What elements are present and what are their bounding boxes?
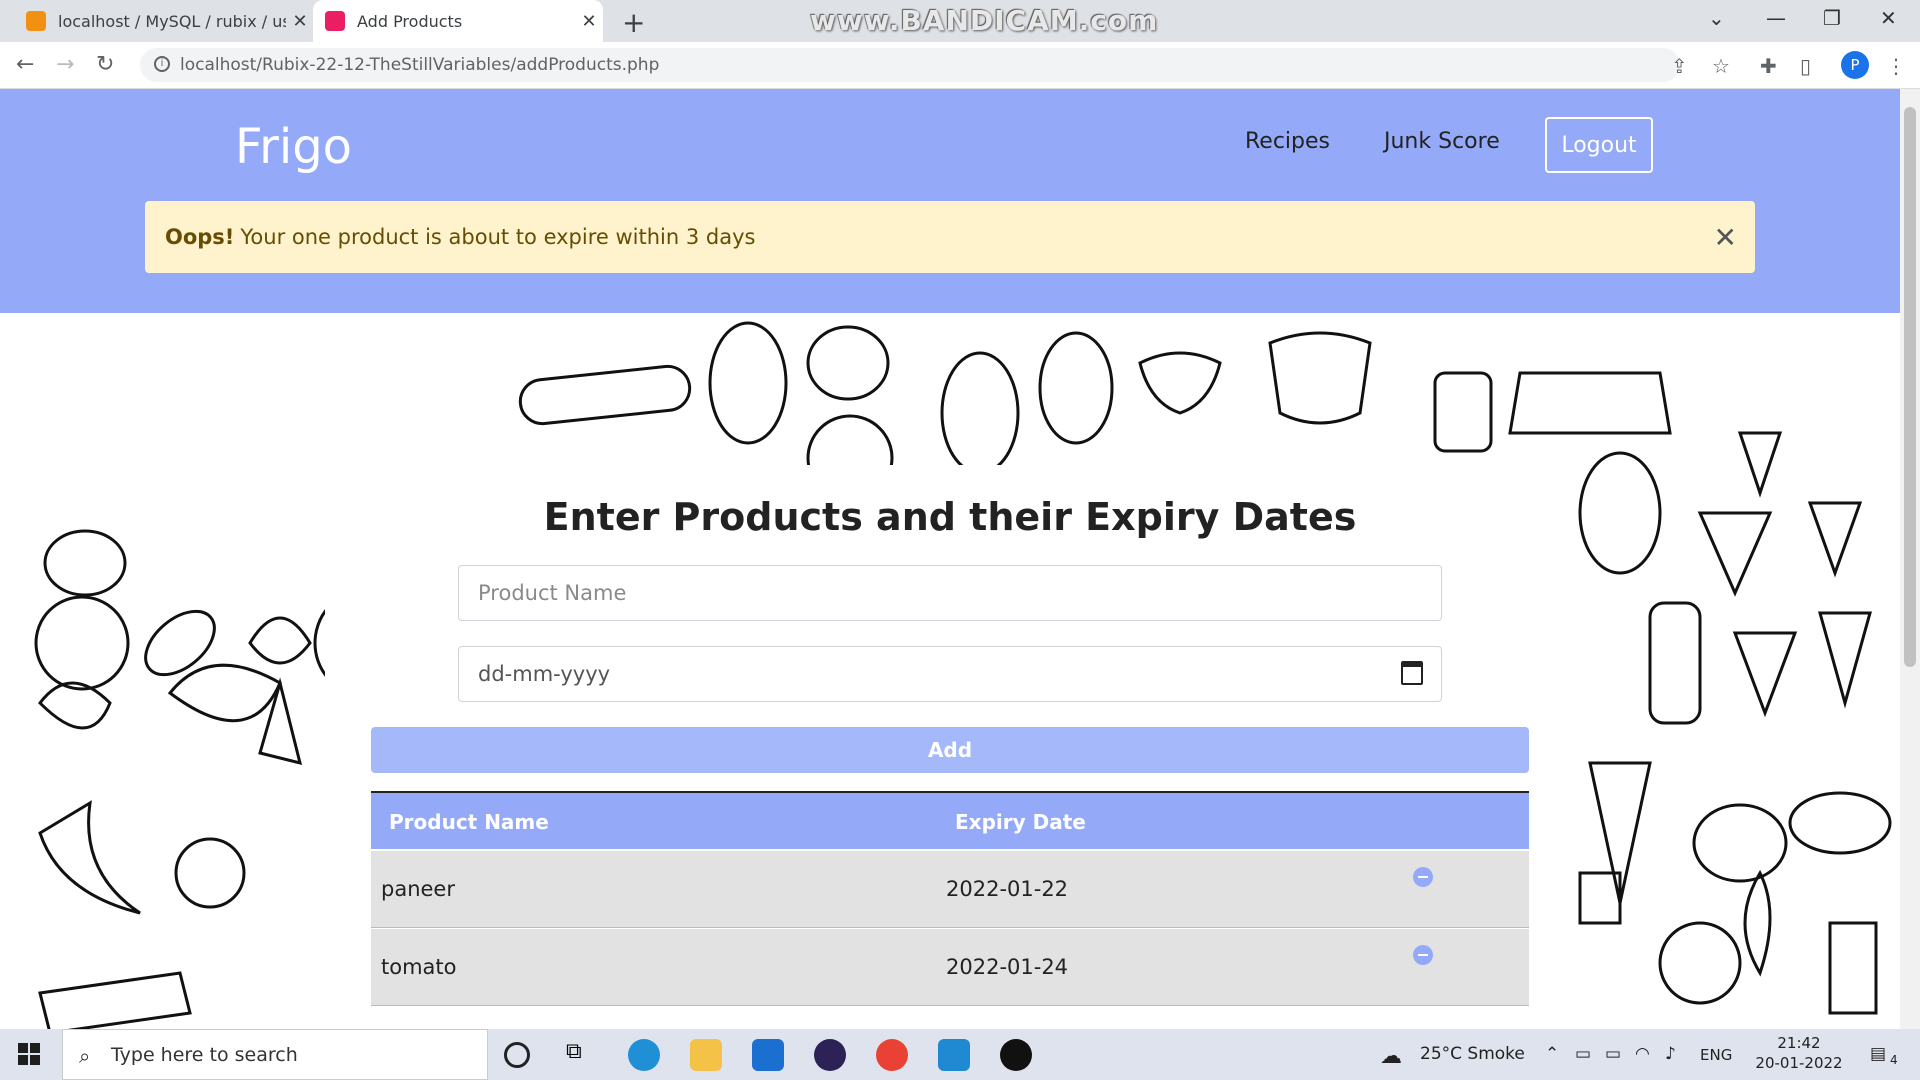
new-tab-icon[interactable]: +	[622, 6, 645, 39]
expiry-date-cell: 2022-01-22	[946, 877, 1069, 901]
search-icon: ⌕	[79, 1044, 91, 1068]
remove-icon[interactable]	[1413, 867, 1433, 887]
weather-icon: ☁	[1380, 1044, 1402, 1069]
window-close-icon[interactable]: ✕	[1880, 6, 1897, 30]
chrome-icon[interactable]	[876, 1039, 908, 1071]
tab-label: localhost / MySQL / rubix / users	[58, 11, 286, 31]
windows-taskbar: ⌕ Type here to search ⧉ ☁ 25°C Smoke ⌃ ▭…	[0, 1029, 1920, 1080]
eclipse-icon[interactable]	[814, 1039, 846, 1071]
tab-label: Add Products	[357, 11, 463, 31]
edge-icon[interactable]	[628, 1039, 660, 1071]
task-view-icon[interactable]: ⧉	[566, 1039, 598, 1071]
share-icon[interactable]: ⇪	[1671, 54, 1688, 78]
page-title: Enter Products and their Expiry Dates	[543, 495, 1357, 539]
phpmyadmin-favicon-icon	[26, 11, 46, 31]
search-placeholder: Type here to search	[111, 1043, 298, 1066]
tab-close-icon[interactable]: ✕	[575, 11, 603, 32]
cortana-icon[interactable]	[504, 1042, 530, 1068]
mail-icon[interactable]	[752, 1039, 784, 1071]
weather-text[interactable]: 25°C Smoke	[1420, 1044, 1525, 1064]
product-name-placeholder: Product Name	[478, 581, 627, 605]
nav-recipes[interactable]: Recipes	[1245, 129, 1330, 154]
forward-icon[interactable]: →	[56, 52, 74, 77]
page-scrollbar[interactable]	[1900, 89, 1920, 1029]
date-placeholder: dd-mm-yyyy	[478, 662, 611, 686]
table-row: paneer 2022-01-22	[371, 851, 1529, 928]
table-header: Product Name Expiry Date	[371, 791, 1529, 849]
site-favicon-icon	[325, 11, 345, 31]
browser-tab-bar: localhost / MySQL / rubix / users ✕ Add …	[0, 0, 1920, 42]
url-field[interactable]: i localhost/Rubix-22-12-TheStillVariable…	[140, 48, 1680, 82]
windows-start-icon[interactable]	[18, 1043, 40, 1065]
product-name-cell: tomato	[381, 955, 457, 979]
bookmark-star-icon[interactable]: ☆	[1712, 54, 1730, 78]
web-page: Frigo Recipes Junk Score Logout Oops! Yo…	[0, 89, 1900, 1029]
site-header: Frigo Recipes Junk Score Logout Oops! Yo…	[0, 89, 1900, 313]
expiry-date-cell: 2022-01-24	[946, 955, 1069, 979]
bandicam-watermark: www.BANDICAM.com	[810, 4, 1159, 37]
side-panel-icon[interactable]: ▯	[1800, 54, 1811, 78]
tray-chevron-icon[interactable]: ⌃	[1545, 1044, 1559, 1064]
add-products-card: Enter Products and their Expiry Dates Pr…	[325, 465, 1575, 1029]
tab-phpmyadmin[interactable]: localhost / MySQL / rubix / users ✕	[14, 0, 314, 42]
volume-icon[interactable]: ♪	[1665, 1044, 1676, 1064]
extensions-icon[interactable]: ✚	[1760, 54, 1777, 78]
add-button[interactable]: Add	[371, 727, 1529, 773]
file-explorer-icon[interactable]	[690, 1039, 722, 1071]
taskbar-clock[interactable]: 21:42 20-01-2022	[1754, 1033, 1844, 1073]
calendar-icon[interactable]	[1401, 661, 1423, 685]
maximize-icon[interactable]: ❐	[1823, 6, 1841, 30]
expiry-alert: Oops! Your one product is about to expir…	[145, 201, 1755, 273]
table-row: tomato 2022-01-24	[371, 929, 1529, 1006]
site-info-icon[interactable]: i	[154, 56, 170, 72]
back-icon[interactable]: ←	[16, 52, 34, 77]
wifi-icon[interactable]: ◠	[1635, 1044, 1650, 1064]
profile-avatar[interactable]: P	[1841, 51, 1869, 79]
language-indicator[interactable]: ENG	[1700, 1046, 1732, 1064]
product-name-cell: paneer	[381, 877, 455, 901]
expiry-date-input[interactable]: dd-mm-yyyy	[458, 646, 1442, 702]
clock-time: 21:42	[1777, 1034, 1821, 1052]
tray-network-icon[interactable]: ▭	[1575, 1044, 1591, 1064]
column-header-expiry: Expiry Date	[955, 810, 1086, 834]
tab-search-chevron-icon[interactable]: ⌄	[1708, 6, 1725, 30]
logout-button[interactable]: Logout	[1545, 117, 1653, 173]
notification-count: 4	[1890, 1053, 1898, 1067]
brand-logo[interactable]: Frigo	[235, 119, 352, 175]
url-text: localhost/Rubix-22-12-TheStillVariables/…	[180, 55, 660, 75]
bandicam-icon[interactable]	[1000, 1039, 1032, 1071]
alert-strong: Oops!	[165, 225, 235, 249]
reload-icon[interactable]: ↻	[96, 52, 114, 77]
product-name-input[interactable]: Product Name	[458, 565, 1442, 621]
alert-close-icon[interactable]: ✕	[1714, 221, 1737, 254]
browser-menu-icon[interactable]: ⋮	[1886, 54, 1906, 78]
column-header-product: Product Name	[389, 810, 549, 834]
scrollbar-thumb[interactable]	[1904, 107, 1916, 667]
battery-icon[interactable]: ▭	[1605, 1044, 1621, 1064]
address-bar-row: ← → ↻ i localhost/Rubix-22-12-TheStillVa…	[0, 42, 1920, 89]
remove-icon[interactable]	[1413, 945, 1433, 965]
clock-date: 20-01-2022	[1755, 1054, 1843, 1072]
taskbar-search-box[interactable]: ⌕ Type here to search	[62, 1029, 488, 1080]
vscode-icon[interactable]	[938, 1039, 970, 1071]
notifications-icon[interactable]: ▤	[1870, 1044, 1886, 1064]
minimize-icon[interactable]: —	[1766, 6, 1786, 30]
tab-close-icon[interactable]: ✕	[286, 11, 314, 32]
tab-add-products[interactable]: Add Products ✕	[313, 0, 603, 42]
alert-message: Your one product is about to expire with…	[240, 225, 756, 249]
nav-junk-score[interactable]: Junk Score	[1384, 129, 1500, 154]
